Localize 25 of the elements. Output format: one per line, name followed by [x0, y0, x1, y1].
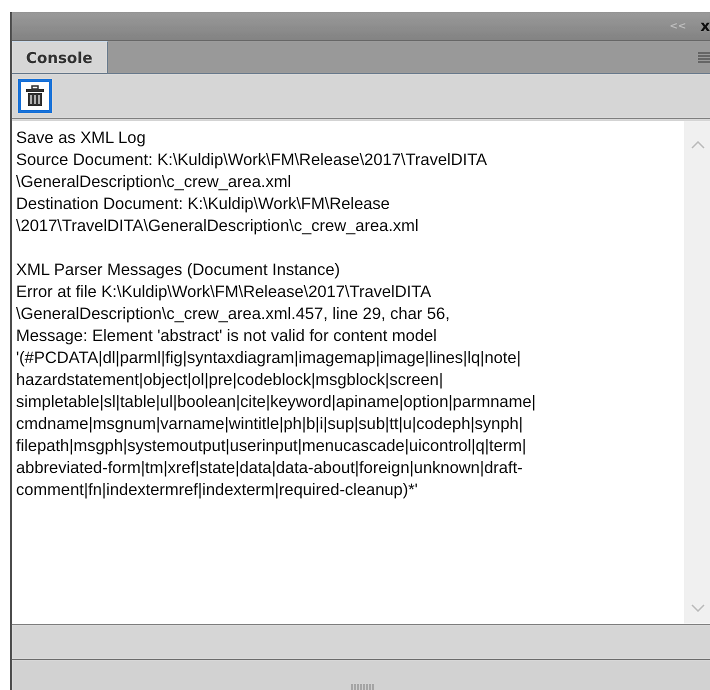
- log-line: Message: Element 'abstract' is not valid for content model: [16, 326, 438, 347]
- log-line: comment|fn|indextermref|indexterm|required-cleanup)*': [16, 480, 419, 501]
- log-line: hazardstatement|object|ol|pre|codeblock|msgblock|screen|: [16, 370, 444, 391]
- log-line: Destination Document: K:\Kuldip\Work\FM\Release: [16, 194, 391, 215]
- log-line: Save as XML Log: [16, 128, 147, 149]
- scroll-down-icon[interactable]: [691, 604, 705, 612]
- clear-button[interactable]: [18, 79, 52, 113]
- log-line: cmdname|msgnum|varname|wintitle|ph|b|i|sup|sub|tt|u|codeph|synph|: [16, 414, 524, 435]
- menu-icon[interactable]: [698, 52, 710, 62]
- log-line: \GeneralDescription\c_crew_area.xml: [16, 172, 292, 193]
- resize-grip-icon[interactable]: [350, 684, 374, 690]
- log-line: abbreviated-form|tm|xref|state|data|data-about|foreign|unknown|draft-: [16, 458, 524, 479]
- close-button[interactable]: x: [700, 17, 710, 35]
- log-line: filepath|msgph|systemoutput|userinput|menucascade|uicontrol|q|term|: [16, 436, 528, 457]
- console-tab[interactable]: Console: [12, 41, 108, 73]
- log-line: '(#PCDATA|dl|parml|fig|syntaxdiagram|imagemap|image|lines|lq|note|: [16, 348, 522, 369]
- log-line: \2017\TravelDITA\GeneralDescription\c_crew_area.xml: [16, 216, 420, 237]
- log-line: Error at file K:\Kuldip\Work\FM\Release\2017\TravelDITA: [16, 282, 432, 303]
- log-line: \GeneralDescription\c_crew_area.xml.457, line 29, char 56,: [16, 304, 451, 325]
- scroll-up-icon[interactable]: [691, 141, 705, 149]
- log-line: simpletable|sl|table|ul|boolean|cite|keyword|apiname|option|parmname|: [16, 392, 537, 413]
- scrollbar[interactable]: [684, 121, 710, 624]
- log-line: Source Document: K:\Kuldip\Work\FM\Release\2017\TravelDITA: [16, 150, 488, 171]
- log-line: XML Parser Messages (Document Instance): [16, 260, 342, 281]
- trash-icon: [25, 85, 45, 107]
